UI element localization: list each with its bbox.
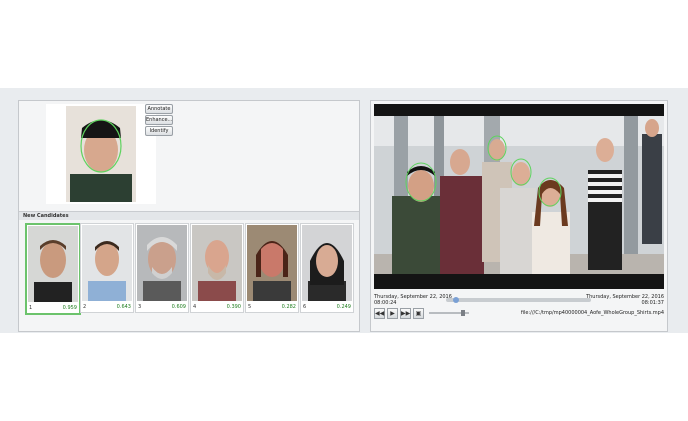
- candidate-photo: [28, 226, 78, 302]
- candidate-score: 0.959: [62, 305, 77, 311]
- candidate-rank: 6: [303, 304, 307, 310]
- candidate-card[interactable]: 6 0.249: [300, 223, 354, 313]
- start-time: 08:00:24: [374, 300, 397, 306]
- prev-icon[interactable]: ◀◀: [374, 308, 385, 319]
- video-frame[interactable]: [374, 104, 664, 289]
- candidate-score: 0.249: [336, 304, 351, 310]
- candidate-card[interactable]: 2 0.643: [80, 223, 134, 313]
- candidate-rank: 1: [29, 305, 33, 311]
- candidates-title: New Candidates: [23, 213, 69, 219]
- candidate-card[interactable]: 4 0.390: [190, 223, 244, 313]
- identify-button[interactable]: Identify: [145, 126, 173, 136]
- candidate-photo: [302, 225, 352, 301]
- video-panel: Thursday, September 22, 2016 08:00:24 Th…: [370, 100, 668, 332]
- candidate-rank: 3: [138, 304, 142, 310]
- enhance-button[interactable]: Enhance...: [145, 115, 173, 125]
- candidate-rank: 5: [248, 304, 252, 310]
- candidate-photo: [247, 225, 297, 301]
- candidate-score: 0.390: [226, 304, 241, 310]
- candidate-score: 0.282: [281, 304, 296, 310]
- candidate-photo: [82, 225, 132, 301]
- probe-face-photo: [66, 106, 136, 202]
- scrubber-handle[interactable]: [453, 297, 460, 303]
- snapshot-icon[interactable]: ▣: [413, 308, 424, 319]
- volume-slider[interactable]: [429, 310, 469, 316]
- app-window: Annotate Enhance... Identify New Candida…: [0, 88, 688, 333]
- candidate-card[interactable]: 3 0.609: [135, 223, 189, 313]
- timeline-scrubber[interactable]: [446, 297, 591, 303]
- volume-handle[interactable]: [461, 310, 465, 316]
- annotate-button[interactable]: Annotate: [145, 104, 173, 114]
- end-time: 08:01:37: [641, 300, 664, 306]
- file-path: file:///C:/tmp/mp40000004_Aofe_WholeGrou…: [520, 310, 664, 316]
- candidate-photo: [137, 225, 187, 301]
- probe-image: [46, 104, 156, 204]
- candidate-rank: 4: [193, 304, 197, 310]
- candidate-score: 0.643: [116, 304, 131, 310]
- candidate-photo: [192, 225, 242, 301]
- candidate-rank: 2: [83, 304, 87, 310]
- next-icon[interactable]: ▶▶: [400, 308, 411, 319]
- candidates-list: 1 0.959 2 0.643 3 0.609 4 0.390 5 0.282 …: [25, 223, 357, 315]
- candidates-header: New Candidates: [19, 211, 359, 220]
- play-icon[interactable]: ▶: [387, 308, 398, 319]
- identification-panel: Annotate Enhance... Identify New Candida…: [18, 100, 360, 332]
- candidate-card[interactable]: 1 0.959: [25, 223, 81, 315]
- candidate-score: 0.609: [171, 304, 186, 310]
- candidate-card[interactable]: 5 0.282: [245, 223, 299, 313]
